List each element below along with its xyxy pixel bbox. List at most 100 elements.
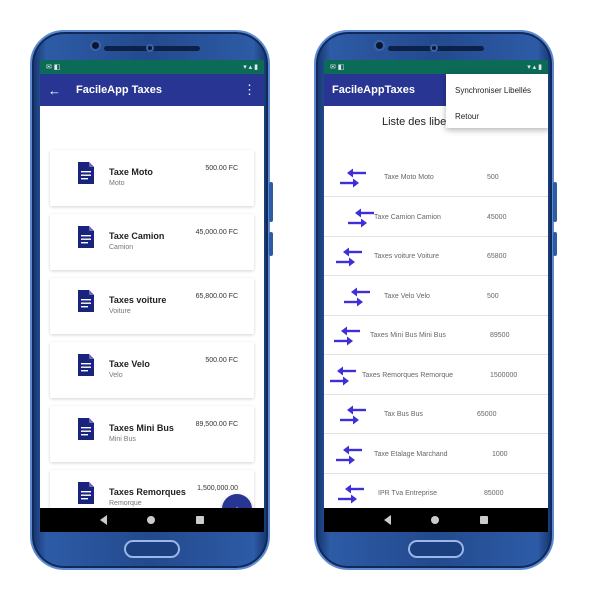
- row-amount: 500: [487, 292, 499, 300]
- row-amount: 1500000: [490, 371, 518, 379]
- android-nav-bar: [40, 508, 264, 532]
- row-label: Tax Bus Bus: [384, 411, 423, 418]
- status-icons-right: ▾ ▴ ▮: [243, 64, 258, 71]
- tax-category: Moto: [109, 180, 125, 187]
- list-row[interactable]: Taxes Remorques Remorque 1500000: [324, 356, 548, 395]
- row-amount: 65800: [487, 253, 507, 260]
- nav-recents-icon[interactable]: [479, 516, 488, 524]
- tax-card[interactable]: Taxes voiture Voiture 65,800.00 FC: [50, 278, 254, 334]
- sync-arrows-icon: [348, 208, 374, 227]
- phone-right: ✉ ◧ ▾ ▴ ▮ FacileAppTaxes Liste des libel…: [314, 30, 557, 570]
- screen-right: ✉ ◧ ▾ ▴ ▮ FacileAppTaxes Liste des libel…: [324, 60, 548, 532]
- screen-left: ✉ ◧ ▾ ▴ ▮ ← FacileApp Taxes ⋮ Taxe Moto M…: [40, 60, 264, 532]
- list-row[interactable]: Taxe Moto Moto 500: [324, 158, 548, 197]
- more-vert-icon[interactable]: ⋮: [243, 82, 256, 98]
- sync-arrows-icon: [338, 484, 364, 504]
- menu-item-back[interactable]: Retour: [455, 112, 479, 121]
- tax-card[interactable]: Taxe Velo Velo 500.00 FC: [50, 342, 254, 398]
- document-icon: [78, 162, 94, 184]
- tax-category: Remorque: [109, 500, 142, 507]
- sync-arrows-icon: [330, 366, 356, 385]
- arrow-left-icon[interactable]: ←: [48, 83, 66, 98]
- row-amount: 85000: [484, 490, 504, 497]
- tax-amount: 65,800.00 FC: [195, 293, 238, 300]
- list-row[interactable]: Tax Bus Bus 65000: [324, 395, 548, 434]
- row-label: IPR Tva Entreprise: [378, 490, 438, 497]
- front-sensor: [430, 44, 438, 52]
- tax-amount: 500.00 FC: [205, 165, 238, 172]
- volume-button: [553, 182, 557, 222]
- tax-amount: 500.00 FC: [205, 357, 238, 364]
- sync-arrows-icon: [340, 168, 366, 188]
- nav-home-icon[interactable]: [431, 516, 440, 524]
- document-icon: [78, 354, 94, 376]
- app-bar: ← FacileApp Taxes ⋮: [40, 74, 264, 106]
- sync-arrows-icon: [340, 405, 366, 425]
- list-title: Liste des libell: [382, 116, 452, 128]
- row-label: Taxes Remorques Remorque: [362, 371, 454, 379]
- row-label: Taxes Mini Bus Mini Bus: [370, 332, 446, 339]
- list-row[interactable]: Taxe Velo Velo 500: [324, 277, 548, 316]
- android-nav-bar: [324, 508, 548, 532]
- row-amount: 1000: [492, 450, 508, 458]
- document-icon: [78, 226, 94, 248]
- app-title: FacileApp Taxes: [76, 84, 162, 96]
- list-row[interactable]: Taxe Camion Camion 45000: [324, 198, 548, 237]
- power-button: [269, 232, 273, 256]
- nav-recents-icon[interactable]: [195, 516, 204, 524]
- hardware-home-button: [124, 540, 180, 558]
- row-label: Taxe Etalage Marchand: [374, 450, 448, 458]
- row-label: Taxe Velo Velo: [384, 292, 430, 300]
- row-label: Taxes voiture Voiture: [374, 253, 439, 260]
- sync-arrows-icon: [336, 445, 362, 464]
- row-label: Taxe Camion Camion: [374, 213, 441, 221]
- document-icon: [78, 418, 94, 440]
- tax-amount: 89,500.00 FC: [195, 421, 238, 428]
- row-amount: 65000: [477, 411, 497, 418]
- sync-arrows-icon: [336, 247, 362, 267]
- tax-card[interactable]: Taxe Moto Moto 500.00 FC: [50, 150, 254, 206]
- tax-category: Voiture: [109, 308, 131, 315]
- front-camera: [90, 40, 101, 51]
- nav-home-icon[interactable]: [147, 516, 156, 524]
- status-icons-right: ▾ ▴ ▮: [527, 64, 542, 71]
- tax-amount: 45,000.00 FC: [195, 229, 238, 236]
- tax-name: Taxes Remorques: [109, 487, 186, 497]
- tax-category: Mini Bus: [109, 436, 136, 443]
- menu-item-sync[interactable]: Synchroniser Libellés: [455, 86, 531, 95]
- overflow-menu: Synchroniser Libellés Retour: [446, 74, 548, 128]
- row-amount: 45000: [487, 213, 507, 221]
- document-icon: [78, 482, 94, 504]
- nav-back-icon[interactable]: [384, 515, 392, 525]
- row-label: Taxe Moto Moto: [384, 174, 434, 181]
- status-icons-left: ✉ ◧: [46, 64, 61, 71]
- nav-back-icon[interactable]: [100, 515, 108, 525]
- status-bar: ✉ ◧ ▾ ▴ ▮: [324, 60, 548, 74]
- row-amount: 500: [487, 174, 499, 181]
- list-row[interactable]: Taxes voiture Voiture 65800: [324, 237, 548, 276]
- tax-name: Taxe Camion: [109, 231, 165, 241]
- tax-name: Taxe Velo: [109, 359, 150, 369]
- front-camera: [374, 40, 385, 51]
- app-title: FacileAppTaxes: [332, 84, 415, 96]
- tax-category: Camion: [109, 244, 134, 251]
- hardware-home-button: [408, 540, 464, 558]
- tax-category: Velo: [109, 372, 123, 379]
- sync-arrows-icon: [334, 326, 360, 346]
- tax-name: Taxes voiture: [109, 295, 167, 305]
- front-sensor: [146, 44, 154, 52]
- tax-amount: 1,500,000.00: [197, 485, 238, 492]
- row-amount: 89500: [490, 332, 510, 339]
- sync-arrows-icon: [344, 287, 370, 306]
- status-bar: ✉ ◧ ▾ ▴ ▮: [40, 60, 264, 74]
- tax-card[interactable]: Taxe Camion Camion 45,000.00 FC: [50, 214, 254, 270]
- tax-card[interactable]: Taxes Mini Bus Mini Bus 89,500.00 FC: [50, 406, 254, 462]
- status-icons-left: ✉ ◧: [330, 64, 345, 71]
- tax-name: Taxes Mini Bus: [109, 423, 174, 433]
- phone-left: ✉ ◧ ▾ ▴ ▮ ← FacileApp Taxes ⋮ Taxe Moto M…: [30, 30, 273, 570]
- list-row[interactable]: Taxe Etalage Marchand 1000: [324, 435, 548, 474]
- tax-name: Taxe Moto: [109, 167, 153, 177]
- list-row[interactable]: Taxes Mini Bus Mini Bus 89500: [324, 316, 548, 355]
- document-icon: [78, 290, 94, 312]
- volume-button: [269, 182, 273, 222]
